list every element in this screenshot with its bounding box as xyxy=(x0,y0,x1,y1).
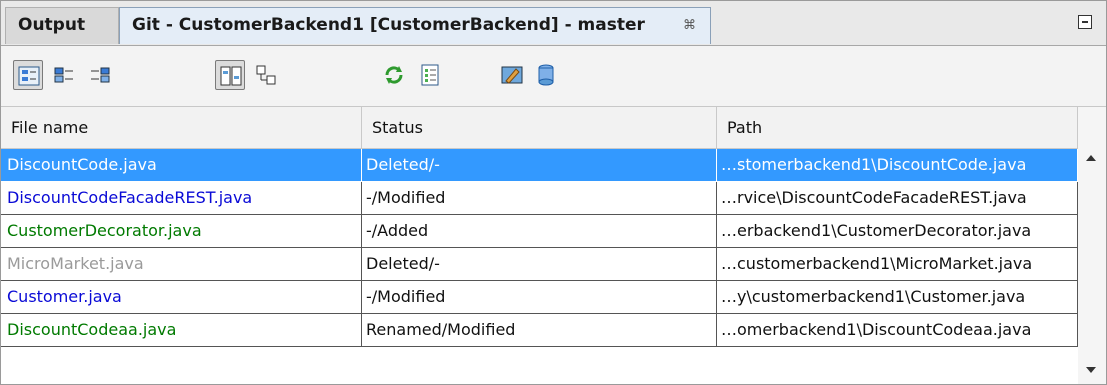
table-row[interactable]: DiscountCode.java Deleted/- …stomerbacke… xyxy=(1,149,1078,182)
path-cell: …omerbackend1\DiscountCodeaa.java xyxy=(717,314,1078,347)
open-in-editor-icon[interactable] xyxy=(251,60,281,90)
tab-output-label: Output xyxy=(18,15,86,35)
table-row[interactable]: Customer.java -/Modified …y\customerback… xyxy=(1,281,1078,314)
scroll-up-icon[interactable] xyxy=(1086,155,1096,161)
stash-icon[interactable] xyxy=(531,60,561,90)
scroll-down-icon[interactable] xyxy=(1086,367,1096,373)
column-header-status[interactable]: Status xyxy=(362,107,717,149)
status-cell: -/Modified xyxy=(362,281,717,314)
file-name-cell: CustomerDecorator.java xyxy=(1,215,362,248)
tab-git-label: Git - CustomerBackend1 [CustomerBackend]… xyxy=(132,15,645,35)
tab-bar: Output Git - CustomerBackend1 [CustomerB… xyxy=(1,1,1106,46)
tab-git-status[interactable]: Git - CustomerBackend1 [CustomerBackend]… xyxy=(119,7,711,44)
commit-icon[interactable] xyxy=(497,60,527,90)
show-remote-changes-icon[interactable] xyxy=(85,60,115,90)
column-header-path[interactable]: Path xyxy=(717,107,1078,149)
tab-output[interactable]: Output xyxy=(5,7,119,44)
git-window: Output Git - CustomerBackend1 [CustomerB… xyxy=(0,0,1107,385)
path-cell: …erbackend1\CustomerDecorator.java xyxy=(717,215,1078,248)
table-row[interactable]: DiscountCodeaa.java Renamed/Modified …om… xyxy=(1,314,1078,347)
tab-close-icon[interactable]: ⌘ xyxy=(683,8,696,43)
file-name-cell: DiscountCodeaa.java xyxy=(1,314,362,347)
status-cell: Deleted/- xyxy=(362,149,717,182)
file-name-cell: DiscountCode.java xyxy=(1,149,362,182)
path-cell: …customerbackend1\MicroMarket.java xyxy=(717,248,1078,281)
file-name-cell: DiscountCodeFacadeREST.java xyxy=(1,182,362,215)
table-row[interactable]: DiscountCodeFacadeREST.java -/Modified …… xyxy=(1,182,1078,215)
status-cell: -/Modified xyxy=(362,182,717,215)
vertical-scrollbar[interactable] xyxy=(1078,107,1106,384)
minimize-window-button[interactable] xyxy=(1078,15,1092,29)
show-all-changes-icon[interactable] xyxy=(13,60,43,90)
diff-all-icon[interactable] xyxy=(215,60,245,90)
table-row[interactable]: CustomerDecorator.java -/Added …erbacken… xyxy=(1,215,1078,248)
path-cell: …y\customerbackend1\Customer.java xyxy=(717,281,1078,314)
column-header-file-name[interactable]: File name xyxy=(1,107,362,149)
file-name-cell: MicroMarket.java xyxy=(1,248,362,281)
toolbar xyxy=(1,46,1106,107)
show-local-changes-icon[interactable] xyxy=(49,60,79,90)
status-cell: Deleted/- xyxy=(362,248,717,281)
path-cell: …stomerbackend1\DiscountCode.java xyxy=(717,149,1078,182)
refresh-status-icon[interactable] xyxy=(379,60,409,90)
table-row[interactable]: MicroMarket.java Deleted/- …customerback… xyxy=(1,248,1078,281)
file-name-cell: Customer.java xyxy=(1,281,362,314)
show-history-icon[interactable] xyxy=(415,60,445,90)
path-cell: …rvice\DiscountCodeFacadeREST.java xyxy=(717,182,1078,215)
status-cell: -/Added xyxy=(362,215,717,248)
status-cell: Renamed/Modified xyxy=(362,314,717,347)
